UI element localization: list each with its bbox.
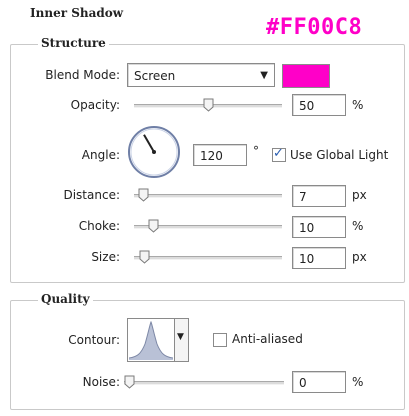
opacity-input[interactable]: 50 [292, 94, 346, 116]
use-global-light-checkbox[interactable]: ✓ [272, 146, 286, 162]
noise-input[interactable]: 0 [292, 371, 346, 393]
opacity-label: Opacity: [70, 98, 120, 112]
size-unit: px [352, 250, 367, 264]
panel-title: Inner Shadow [30, 6, 124, 20]
contour-dropdown-button[interactable]: ▼ [174, 319, 188, 361]
choke-input[interactable]: 10 [292, 216, 346, 238]
chevron-down-icon[interactable]: ▼ [260, 64, 268, 88]
choke-slider-thumb[interactable] [148, 219, 159, 233]
quality-title: Quality [38, 292, 93, 306]
choke-value: 10 [299, 221, 315, 235]
distance-slider-track[interactable] [134, 194, 282, 198]
noise-slider-thumb[interactable] [124, 375, 135, 389]
quality-group [10, 300, 405, 410]
distance-slider-thumb[interactable] [138, 188, 149, 202]
choke-unit: % [352, 219, 364, 233]
size-value: 10 [299, 252, 315, 266]
annotation-hex-label: #FF00C8 [266, 15, 363, 40]
opacity-value: 50 [299, 99, 315, 113]
shadow-color-swatch[interactable] [282, 64, 330, 88]
blend-mode-value: Screen [134, 69, 176, 83]
check-icon: ✓ [273, 146, 284, 161]
use-global-light-label: Use Global Light [290, 148, 389, 162]
choke-label: Choke: [78, 219, 120, 233]
contour-curve-icon [129, 320, 173, 360]
size-label: Size: [91, 250, 120, 264]
angle-label: Angle: [81, 148, 120, 162]
chevron-down-icon: ▼ [177, 332, 184, 342]
distance-unit: px [352, 188, 367, 202]
angle-dial-icon[interactable] [126, 124, 182, 180]
noise-value: 0 [299, 376, 307, 390]
angle-input[interactable]: 120 [193, 144, 247, 166]
anti-aliased-checkbox[interactable] [213, 333, 227, 347]
size-slider-thumb[interactable] [139, 250, 150, 264]
blend-mode-label: Blend Mode: [45, 68, 120, 82]
contour-label: Contour: [68, 333, 120, 347]
angle-unit: ° [253, 144, 259, 158]
structure-title: Structure [38, 36, 109, 50]
noise-slider-track[interactable] [124, 381, 284, 385]
distance-input[interactable]: 7 [292, 185, 346, 207]
noise-label: Noise: [82, 375, 120, 389]
opacity-unit: % [352, 98, 364, 112]
size-slider-track[interactable] [134, 256, 282, 260]
opacity-slider-thumb[interactable] [203, 98, 214, 112]
contour-picker[interactable]: ▼ [127, 318, 189, 362]
anti-aliased-label: Anti-aliased [232, 332, 303, 346]
angle-value: 120 [200, 149, 223, 163]
size-input[interactable]: 10 [292, 247, 346, 269]
blend-mode-select[interactable]: Screen ▼ [127, 63, 275, 87]
distance-label: Distance: [63, 188, 120, 202]
distance-value: 7 [299, 190, 307, 204]
noise-unit: % [352, 375, 364, 389]
